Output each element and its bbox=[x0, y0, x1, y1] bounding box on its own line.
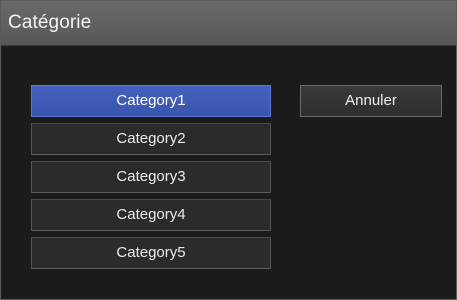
category-dialog: Catégorie Category1 Category2 Category3 … bbox=[0, 0, 457, 300]
dialog-title: Catégorie bbox=[8, 12, 92, 33]
category-button-3[interactable]: Category3 bbox=[31, 161, 271, 193]
category-button-5[interactable]: Category5 bbox=[31, 237, 271, 269]
cancel-button[interactable]: Annuler bbox=[300, 85, 442, 117]
category-button-2[interactable]: Category2 bbox=[31, 123, 271, 155]
category-list: Category1 Category2 Category3 Category4 … bbox=[31, 85, 271, 275]
dialog-titlebar: Catégorie bbox=[1, 1, 456, 46]
category-button-4[interactable]: Category4 bbox=[31, 199, 271, 231]
category-button-1[interactable]: Category1 bbox=[31, 85, 271, 117]
dialog-content: Category1 Category2 Category3 Category4 … bbox=[1, 46, 456, 299]
